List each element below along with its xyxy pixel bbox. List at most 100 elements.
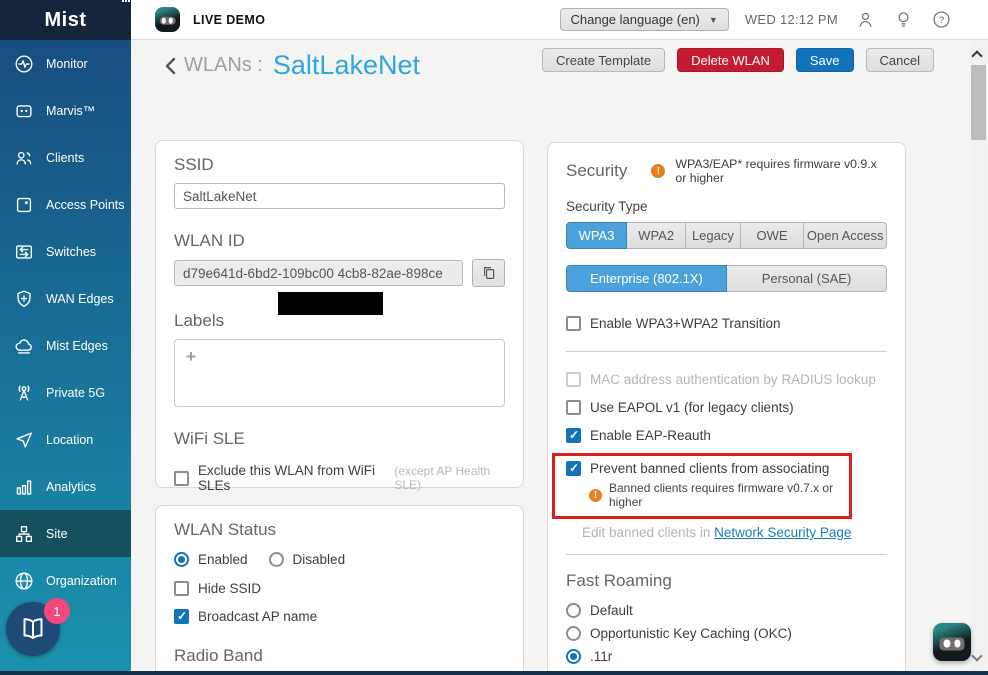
sidebar-item-marvis[interactable]: Marvis™ <box>0 87 131 134</box>
sidebar-item-label: WAN Edges <box>46 291 114 306</box>
mode-enterprise[interactable]: Enterprise (802.1X) <box>566 265 727 292</box>
analytics-icon <box>13 476 35 498</box>
window-bottom-edge <box>0 671 988 675</box>
help-icon[interactable]: ? <box>931 9 952 30</box>
security-type-wpa2[interactable]: WPA2 <box>627 222 687 249</box>
page-actions: Create Template Delete WLAN Save Cancel <box>541 48 934 72</box>
sidebar-item-label: Marvis™ <box>46 103 96 118</box>
copy-wlan-id-button[interactable] <box>472 259 505 287</box>
security-type-owe[interactable]: OWE <box>740 222 805 249</box>
sidebar-item-label: Mist Edges <box>46 338 108 353</box>
wan-edges-icon <box>13 288 35 310</box>
security-type-open-access[interactable]: Open Access <box>804 222 887 249</box>
sidebar-item-label: Analytics <box>46 479 97 494</box>
enabled-radio[interactable] <box>174 552 189 567</box>
sidebar-item-label: Access Points <box>46 197 125 212</box>
wlan-id-input[interactable] <box>174 260 463 286</box>
sidebar-item-organization[interactable]: Organization <box>0 557 131 604</box>
scrollbar-thumb[interactable] <box>971 65 986 140</box>
sidebar-item-clients[interactable]: Clients <box>0 134 131 181</box>
breadcrumb: WLANs : SaltLakeNet <box>163 50 420 81</box>
sidebar-item-private-5g[interactable]: Private 5G <box>0 369 131 416</box>
sidebar-item-location[interactable]: Location <box>0 416 131 463</box>
mist-logo-text: Mist <box>44 8 87 31</box>
fast-roaming-11r-row: .11r <box>566 649 887 664</box>
sidebar-item-label: Location <box>46 432 94 447</box>
mode-personal[interactable]: Personal (SAE) <box>727 265 887 292</box>
sidebar-item-wan-edges[interactable]: WAN Edges <box>0 275 131 322</box>
book-icon <box>23 618 43 639</box>
sidebar-item-site[interactable]: Site <box>0 510 131 557</box>
edit-banned-prefix: Edit banned clients in <box>582 525 715 540</box>
sidebar-item-label: Monitor <box>46 56 88 71</box>
broadcast-ap-checkbox[interactable] <box>174 609 189 624</box>
eapol-label: Use EAPOL v1 (for legacy clients) <box>590 400 794 415</box>
hide-ssid-checkbox[interactable] <box>174 581 189 596</box>
disabled-radio[interactable] <box>268 552 284 567</box>
ssid-input[interactable] <box>174 183 505 209</box>
sidebar-item-monitor[interactable]: Monitor <box>0 40 131 87</box>
banned-warning-text: Banned clients requires firmware v0.7.x … <box>609 481 834 509</box>
whats-new-bulb-icon[interactable] <box>893 9 914 30</box>
sidebar-item-analytics[interactable]: Analytics <box>0 463 131 510</box>
fast-roaming-default-radio[interactable] <box>566 603 581 618</box>
wpa3-transition-checkbox[interactable] <box>566 316 581 331</box>
prevent-banned-checkbox[interactable] <box>566 461 581 476</box>
sidebar-item-label: Site <box>46 526 68 541</box>
eap-reauth-label: Enable EAP-Reauth <box>590 428 711 443</box>
clients-icon <box>13 147 35 169</box>
datetime-text: WED 12:12 PM <box>744 12 838 27</box>
switches-icon <box>13 241 35 263</box>
mac-auth-checkbox[interactable] <box>566 372 581 387</box>
edit-banned-row: Edit banned clients in Network Security … <box>582 525 887 540</box>
wpa3-transition-label: Enable WPA3+WPA2 Transition <box>590 316 781 331</box>
back-chevron-icon[interactable] <box>163 56 177 76</box>
sidebar-item-switches[interactable]: Switches <box>0 228 131 275</box>
prevent-banned-label: Prevent banned clients from associating <box>590 461 830 476</box>
eapol-checkbox[interactable] <box>566 400 581 415</box>
fast-roaming-okc-row: Opportunistic Key Caching (OKC) <box>566 626 887 641</box>
exclude-wlan-checkbox[interactable] <box>174 470 189 486</box>
mist-logo[interactable]: Mist <box>0 0 133 40</box>
notification-badge[interactable]: 1 <box>44 598 70 624</box>
scrollbar-up-arrow[interactable] <box>971 48 984 62</box>
save-button[interactable]: Save <box>795 48 854 72</box>
security-type-wpa3[interactable]: WPA3 <box>566 222 628 249</box>
hide-ssid-row: Hide SSID <box>174 581 505 596</box>
fast-roaming-okc-radio[interactable] <box>566 626 581 641</box>
cancel-button[interactable]: Cancel <box>865 48 934 72</box>
wlan-status-heading: WLAN Status <box>174 520 277 539</box>
language-dropdown-label: Change language (en) <box>570 12 700 27</box>
breadcrumb-section[interactable]: WLANs : <box>184 54 263 77</box>
security-mode-segmented: Enterprise (802.1X) Personal (SAE) <box>566 265 887 292</box>
sidebar-item-mist-edges[interactable]: Mist Edges <box>0 322 131 369</box>
create-template-button[interactable]: Create Template <box>541 48 666 72</box>
fast-roaming-okc-label: Opportunistic Key Caching (OKC) <box>590 626 792 641</box>
security-type-legacy[interactable]: Legacy <box>686 222 741 249</box>
sidebar-nav: Monitor Marvis™ Clients Access Points Sw… <box>0 40 131 604</box>
delete-wlan-button[interactable]: Delete WLAN <box>677 48 784 72</box>
sidebar-item-access-points[interactable]: Access Points <box>0 181 131 228</box>
network-security-page-link[interactable]: Network Security Page <box>714 525 851 540</box>
disabled-label: Disabled <box>292 552 346 567</box>
eap-reauth-checkbox[interactable] <box>566 428 581 443</box>
prevent-banned-row: Prevent banned clients from associating <box>566 461 841 476</box>
scrollbar-down-arrow[interactable] <box>971 650 984 663</box>
user-account-icon[interactable] <box>855 9 876 30</box>
add-label-button[interactable]: + <box>186 347 196 366</box>
marvis-bot-icon <box>155 7 180 32</box>
fast-roaming-11r-radio[interactable] <box>566 649 581 664</box>
mist-logo-dots-icon <box>122 0 133 2</box>
language-dropdown[interactable]: Change language (en) ▼ <box>559 8 729 31</box>
labels-box[interactable]: + <box>174 339 505 407</box>
marvis-chat-button[interactable] <box>933 623 971 661</box>
security-type-label: Security Type <box>566 199 648 214</box>
divider <box>566 554 887 555</box>
warning-icon: ! <box>651 164 666 178</box>
sidebar: Mist Monitor Marvis™ Clients Access Poin… <box>0 0 133 675</box>
eapol-row: Use EAPOL v1 (for legacy clients) <box>566 400 887 415</box>
sidebar-item-label: Private 5G <box>46 385 106 400</box>
chevron-down-icon: ▼ <box>708 14 718 25</box>
banned-warning-row: ! Banned clients requires firmware v0.7.… <box>589 481 841 509</box>
sidebar-item-label: Switches <box>46 244 97 259</box>
